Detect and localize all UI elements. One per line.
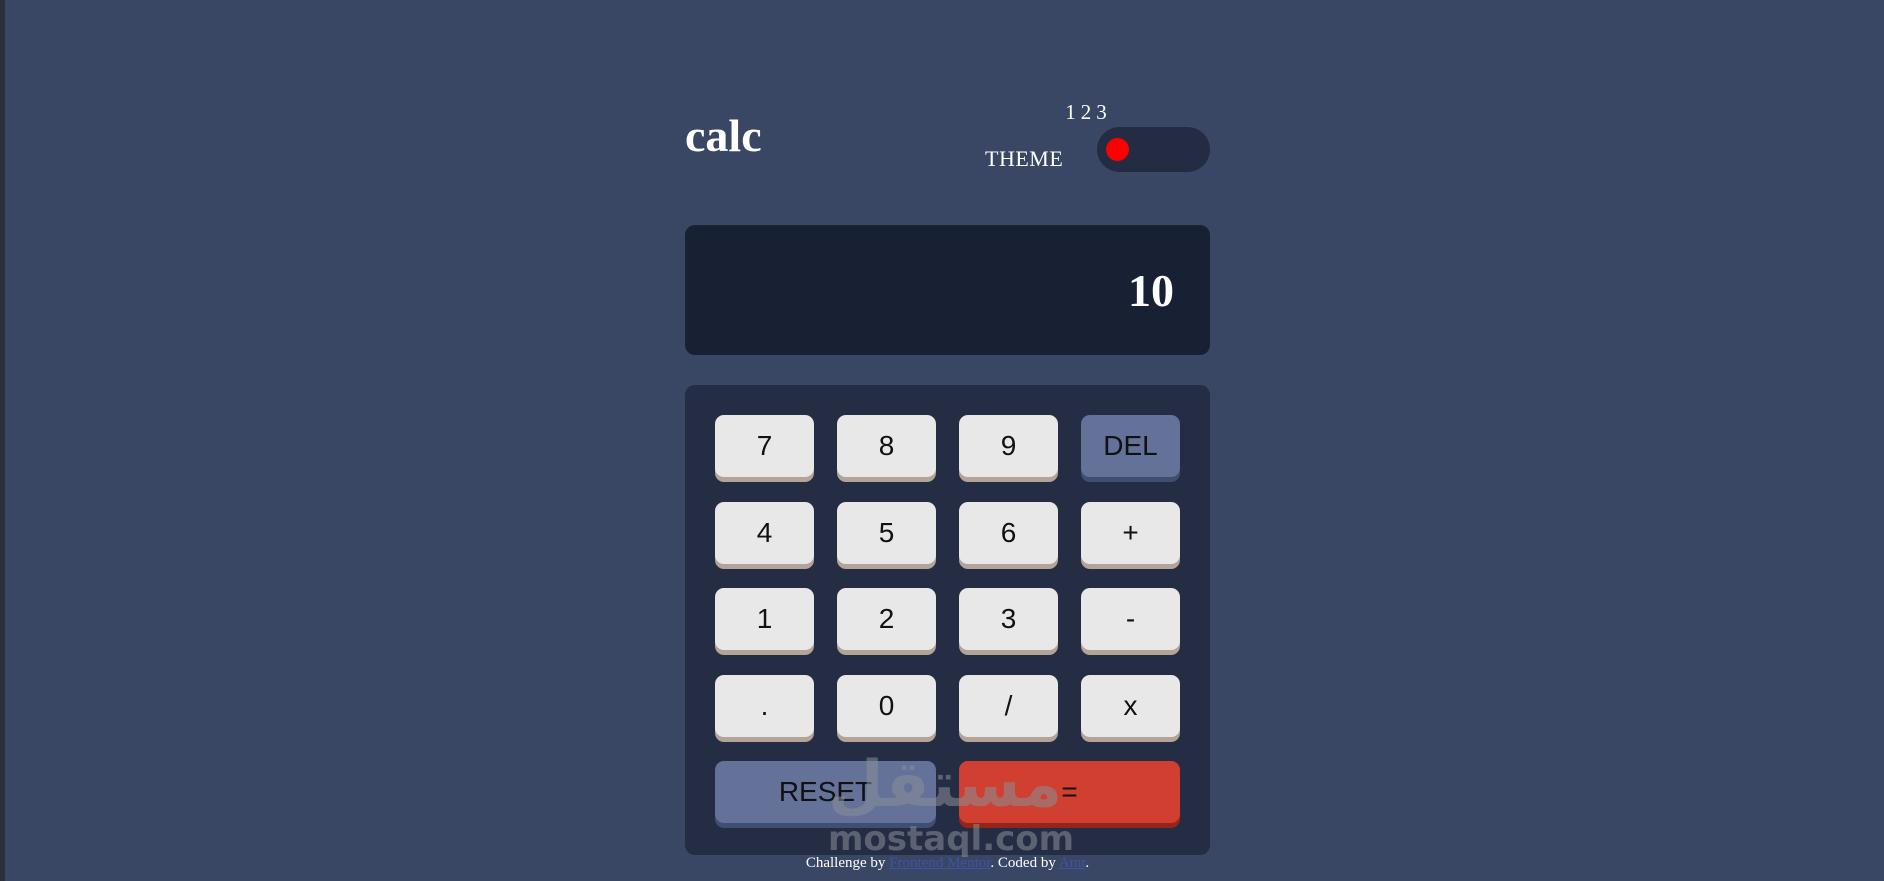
- key-4[interactable]: 4: [715, 502, 814, 564]
- attribution-prefix: Challenge by: [805, 855, 890, 871]
- attribution: Challenge by Frontend Mentor. Coded by A…: [685, 855, 1210, 872]
- key-1[interactable]: 1: [715, 588, 814, 650]
- calculator: calc 1 2 3 THEME 10 7 8 9 DEL 4 5 6 + 1 …: [685, 0, 1210, 881]
- key-5[interactable]: 5: [837, 502, 936, 564]
- key-6[interactable]: 6: [959, 502, 1058, 564]
- calculator-display: 10: [685, 225, 1210, 355]
- theme-numbers: 1 2 3: [1030, 100, 1142, 125]
- key-7[interactable]: 7: [715, 415, 814, 477]
- theme-option-1[interactable]: 1: [1065, 100, 1076, 125]
- key-9[interactable]: 9: [959, 415, 1058, 477]
- delete-button[interactable]: DEL: [1081, 415, 1180, 477]
- key-0[interactable]: 0: [837, 675, 936, 737]
- key-minus[interactable]: -: [1081, 588, 1180, 650]
- equals-button[interactable]: =: [959, 761, 1180, 823]
- key-8[interactable]: 8: [837, 415, 936, 477]
- reset-button[interactable]: RESET: [715, 761, 936, 823]
- key-3[interactable]: 3: [959, 588, 1058, 650]
- key-multiply[interactable]: x: [1081, 675, 1180, 737]
- display-value: 10: [1128, 265, 1174, 316]
- theme-label: THEME: [985, 146, 1064, 171]
- attribution-middle: . Coded by: [990, 855, 1059, 871]
- window-edge: [0, 0, 5, 881]
- keypad: 7 8 9 DEL 4 5 6 + 1 2 3 - . 0 / x RESET …: [685, 385, 1210, 855]
- attribution-suffix: .: [1085, 855, 1090, 871]
- theme-toggle[interactable]: [1097, 127, 1210, 172]
- key-decimal[interactable]: .: [715, 675, 814, 737]
- theme-option-2[interactable]: 2: [1081, 100, 1092, 125]
- key-2[interactable]: 2: [837, 588, 936, 650]
- frontend-mentor-link[interactable]: Frontend Mentor: [889, 855, 990, 871]
- key-plus[interactable]: +: [1081, 502, 1180, 564]
- key-divide[interactable]: /: [959, 675, 1058, 737]
- app-title: calc: [685, 110, 762, 161]
- theme-option-3[interactable]: 3: [1096, 100, 1107, 125]
- author-link[interactable]: Amr: [1059, 855, 1086, 871]
- theme-toggle-knob[interactable]: [1106, 138, 1129, 161]
